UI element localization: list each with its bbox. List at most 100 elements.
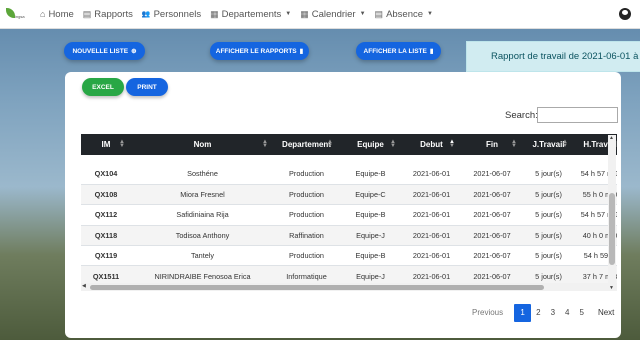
- table-cell: Production: [274, 184, 339, 206]
- trash-icon: ▮: [299, 48, 304, 55]
- top-navbar: ingsa ⌂ Home ▤ Rapports 👥 Personnels ▦ D…: [0, 0, 640, 29]
- sort-asc-icon: ▲ ▼: [449, 139, 455, 149]
- nouvelle-liste-button[interactable]: NOUVELLE LISTE ⊕: [64, 42, 145, 60]
- page-button-2[interactable]: 2: [531, 304, 545, 322]
- table-body: QX104 Sosthéne Production Equipe-B 2021-06-0…: [81, 155, 617, 287]
- col-header-j-travail[interactable]: J.Travail ▲ ▼: [523, 134, 574, 155]
- afficher-rapports-button[interactable]: AFFICHER LE RAPPORTS ▮: [210, 42, 309, 60]
- file-icon: ▤: [82, 8, 92, 19]
- table-cell: 2021-06-07: [461, 245, 523, 267]
- table-cell: 2021-06-07: [461, 164, 523, 185]
- search-label: Search:: [505, 110, 538, 121]
- col-header-equipe[interactable]: Equipe ▲ ▼: [339, 134, 402, 155]
- grid-icon: ▦: [210, 8, 219, 19]
- search-input[interactable]: [537, 107, 618, 123]
- caret-down-icon: ▼: [359, 11, 366, 17]
- table-cell: Equipe-B: [339, 204, 402, 226]
- scroll-down-icon[interactable]: ▼: [609, 285, 614, 291]
- nav-personnels[interactable]: 👥 Personnels: [142, 9, 201, 20]
- page-button-3[interactable]: 3: [546, 304, 560, 322]
- table-cell: QX112: [81, 204, 131, 226]
- afficher-liste-button[interactable]: AFFICHER LA LISTE ▮: [356, 42, 441, 60]
- table-cell: Equipe-C: [339, 184, 402, 206]
- sort-icon: ▲ ▼: [511, 139, 517, 149]
- horizontal-scrollbar[interactable]: ◀ ▶: [81, 283, 617, 291]
- scrollbar-thumb[interactable]: [609, 193, 615, 265]
- nav-absence-dropdown[interactable]: ▤ Absence ▼: [375, 9, 433, 20]
- table-cell: 5 jour(s): [523, 164, 574, 185]
- nav-home[interactable]: ⌂ Home: [40, 9, 74, 20]
- scroll-left-icon[interactable]: ◀: [82, 283, 86, 289]
- table-cell: QX104: [81, 164, 131, 185]
- table-cell: 2021-06-07: [461, 225, 523, 247]
- sort-icon: ▲ ▼: [562, 139, 568, 149]
- nav-departements-dropdown[interactable]: ▦ Departements ▼: [210, 9, 291, 20]
- scroll-up-icon[interactable]: ▲: [609, 135, 614, 141]
- table-cell: Production: [274, 164, 339, 185]
- nav-rapports[interactable]: ▤ Rapports: [83, 9, 133, 20]
- trash-icon: ▮: [429, 48, 434, 55]
- table-cell: Miora Fresnel: [131, 184, 274, 206]
- table-cell: 2021-06-07: [461, 204, 523, 226]
- table-cell: Equipe-B: [339, 164, 402, 185]
- nouvelle-liste-label: NOUVELLE LISTE: [72, 47, 129, 55]
- nav-home-label: Home: [48, 8, 74, 20]
- nav-rapports-label: Rapports: [94, 8, 133, 20]
- table-cell: 2021-06-01: [402, 204, 461, 226]
- nav-absence-label: Absence: [386, 8, 424, 20]
- users-icon: 👥: [141, 11, 151, 18]
- table-cell: Equipe-B: [339, 245, 402, 267]
- pagination: Previous 1 2 3 4 5 Next: [467, 304, 619, 322]
- vertical-scrollbar[interactable]: ▲ ▼: [608, 135, 616, 291]
- caret-down-icon: ▼: [427, 11, 433, 17]
- table-row: QX118 Todisoa Anthony Raffination Equipe-J 2…: [81, 225, 617, 247]
- table-row: QX112 Safidiniaina Rija Production Equipe-B…: [81, 204, 617, 226]
- report-table: IM ▲ ▼ Nom ▲ ▼ Departement ▲ ▼ Equipe ▲ ▼ Debut ▲…: [81, 134, 617, 287]
- user-account-icon[interactable]: [619, 8, 631, 20]
- table-cell: Tantely: [131, 245, 274, 267]
- next-page-button[interactable]: Next: [593, 304, 619, 322]
- scrollbar-thumb[interactable]: [90, 285, 544, 290]
- table-cell: 2021-06-07: [461, 184, 523, 206]
- sort-icon: ▲ ▼: [390, 139, 396, 149]
- table-header-row: IM ▲ ▼ Nom ▲ ▼ Departement ▲ ▼ Equipe ▲ ▼ Debut ▲…: [81, 134, 617, 155]
- previous-page-button[interactable]: Previous: [467, 304, 508, 322]
- nav-calendrier-dropdown[interactable]: ▦ Calendrier ▼: [300, 9, 365, 20]
- col-header-fin[interactable]: Fin ▲ ▼: [461, 134, 523, 155]
- table-row: QX119 Tantely Production Equipe-B 2021-06-01…: [81, 245, 617, 267]
- logo-text: ingsa: [15, 14, 25, 19]
- sort-icon: ▲ ▼: [262, 139, 268, 149]
- excel-button[interactable]: EXCEL: [82, 78, 124, 96]
- page-button-5[interactable]: 5: [574, 304, 588, 322]
- nav-calendrier-label: Calendrier: [311, 8, 356, 20]
- table-row: QX108 Miora Fresnel Production Equipe-C 2021…: [81, 184, 617, 206]
- report-card: EXCEL PRINT Search: IM ▲ ▼ Nom ▲ ▼ Departeme…: [65, 72, 621, 338]
- logo[interactable]: ingsa: [6, 7, 30, 21]
- page-button-4[interactable]: 4: [560, 304, 574, 322]
- col-header-nom[interactable]: Nom ▲ ▼: [131, 134, 274, 155]
- table-cell: Equipe-J: [339, 225, 402, 247]
- table-cell: 2021-06-01: [402, 184, 461, 206]
- logo-leaf-icon: [6, 8, 15, 18]
- afficher-rapports-label: AFFICHER LE RAPPORTS: [215, 47, 297, 55]
- table-cell: Safidiniaina Rija: [131, 204, 274, 226]
- table-cell: Production: [274, 204, 339, 226]
- page-button-1[interactable]: 1: [514, 304, 532, 322]
- nav-departements-label: Departements: [221, 8, 282, 20]
- table-cell: Todisoa Anthony: [131, 225, 274, 247]
- calendar-icon: ▤: [374, 8, 384, 19]
- sort-icon: ▲ ▼: [327, 139, 333, 149]
- table-cell: 5 jour(s): [523, 225, 574, 247]
- col-header-debut[interactable]: Debut ▲ ▼: [402, 134, 461, 155]
- table-cell: QX118: [81, 225, 131, 247]
- table-row: QX104 Sosthéne Production Equipe-B 2021-06-0…: [81, 164, 617, 185]
- table-cell: 2021-06-01: [402, 245, 461, 267]
- calendar-icon: ▦: [300, 8, 309, 19]
- caret-down-icon: ▼: [285, 11, 292, 17]
- col-header-im[interactable]: IM ▲ ▼: [81, 134, 131, 155]
- table-cell: 2021-06-01: [402, 164, 461, 185]
- table-cell: QX119: [81, 245, 131, 267]
- print-button[interactable]: PRINT: [126, 78, 168, 96]
- table-cell: 5 jour(s): [523, 184, 574, 206]
- col-header-departement[interactable]: Departement ▲ ▼: [274, 134, 339, 155]
